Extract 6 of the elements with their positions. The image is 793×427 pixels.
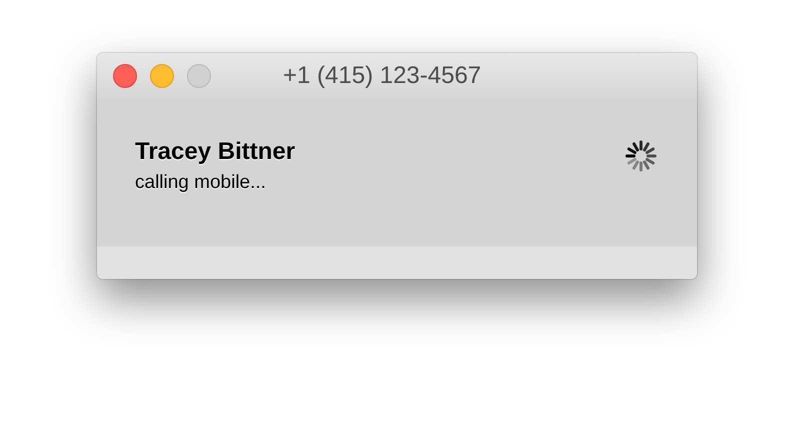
caller-name: Tracey Bittner	[135, 138, 296, 166]
close-button[interactable]	[113, 64, 137, 88]
spinner-icon	[625, 140, 657, 172]
minimize-button[interactable]	[150, 64, 174, 88]
call-status: calling mobile...	[135, 172, 267, 194]
window-title: +1 (415) 123-4567	[283, 62, 482, 90]
